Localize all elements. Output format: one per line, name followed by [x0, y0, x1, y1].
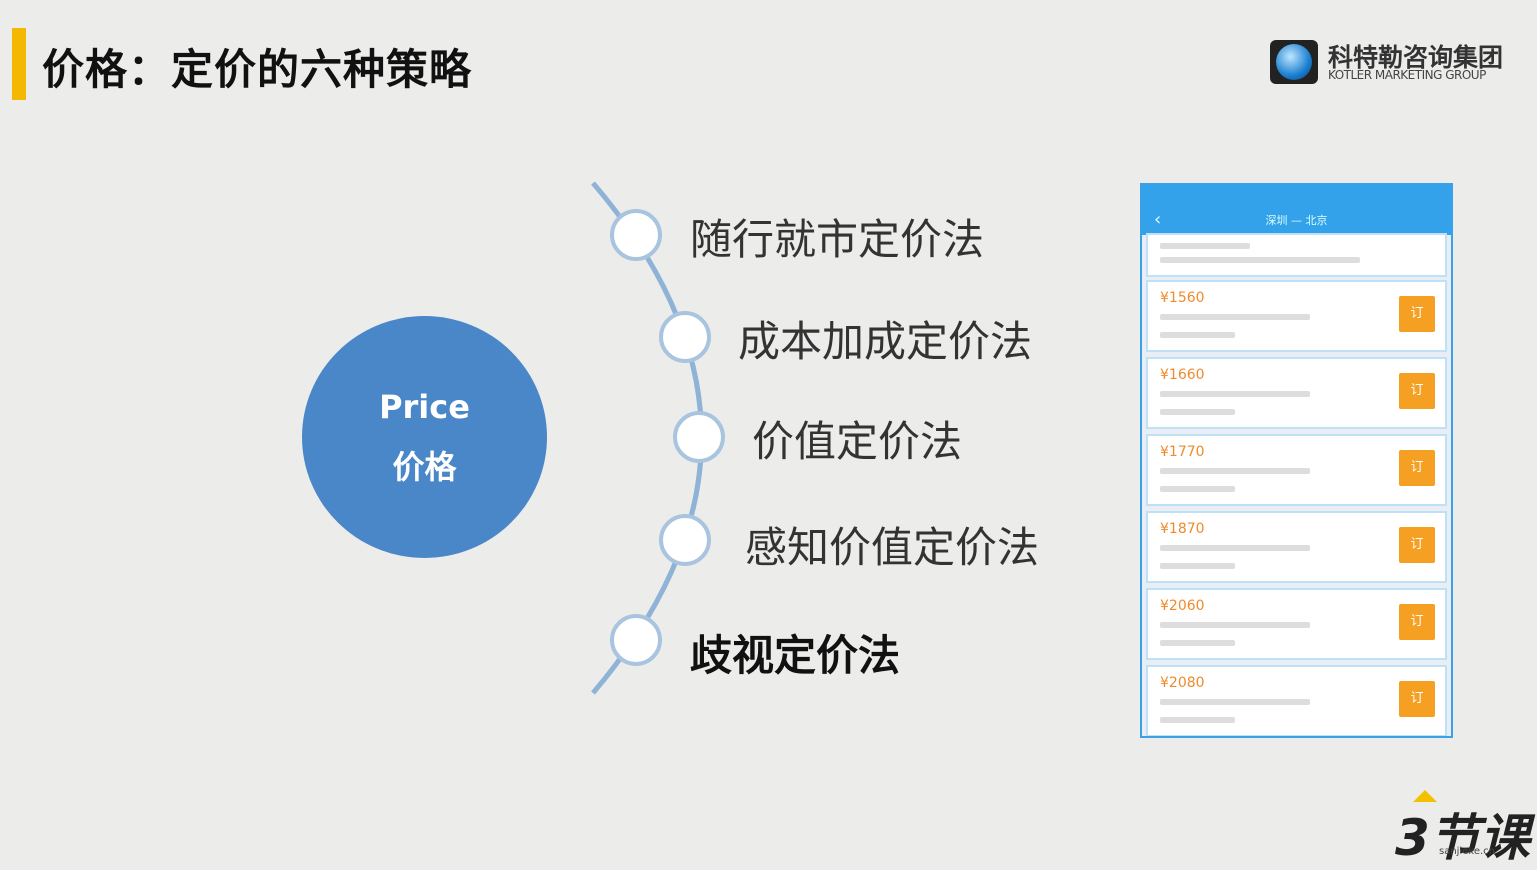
- phone-header: ‹ 深圳 — 北京: [1142, 185, 1451, 235]
- flight-card[interactable]: ¥1560 订: [1146, 280, 1447, 352]
- flight-price: ¥2060: [1160, 598, 1205, 614]
- node-2: [659, 311, 711, 363]
- sanjieke-watermark: 3节课 sanjieke.cn: [1395, 790, 1530, 867]
- book-button[interactable]: 订: [1399, 681, 1435, 717]
- brand-logo: 3节课: [1395, 809, 1530, 867]
- node-1: [610, 209, 662, 261]
- info-card: [1146, 233, 1447, 277]
- route: 深圳 — 北京: [1265, 214, 1328, 227]
- brand-url: sanjieke.cn: [1439, 846, 1495, 857]
- strategy-2: 成本加成定价法: [738, 317, 1033, 366]
- node-4: [659, 514, 711, 566]
- strategy-1: 随行就市定价法: [690, 215, 985, 264]
- book-button[interactable]: 订: [1399, 604, 1435, 640]
- book-button[interactable]: 订: [1399, 527, 1435, 563]
- strategy-4: 感知价值定价法: [745, 523, 1040, 572]
- flight-price: ¥1770: [1160, 444, 1205, 460]
- flight-price: ¥1660: [1160, 367, 1205, 383]
- flight-card[interactable]: ¥2060 订: [1146, 588, 1447, 660]
- flight-price: ¥2080: [1160, 675, 1205, 691]
- strategy-5: 歧视定价法: [690, 631, 901, 680]
- flight-price: ¥1870: [1160, 521, 1205, 537]
- flight-card[interactable]: ¥1660 订: [1146, 357, 1447, 429]
- flight-price: ¥1560: [1160, 290, 1205, 306]
- book-button[interactable]: 订: [1399, 450, 1435, 486]
- book-button[interactable]: 订: [1399, 373, 1435, 409]
- flight-card[interactable]: ¥1870 订: [1146, 511, 1447, 583]
- flight-card[interactable]: ¥2080 订: [1146, 665, 1447, 736]
- node-3: [673, 411, 725, 463]
- strategy-3: 价值定价法: [752, 417, 963, 466]
- book-button[interactable]: 订: [1399, 296, 1435, 332]
- flight-card[interactable]: ¥1770 订: [1146, 434, 1447, 506]
- node-5: [610, 614, 662, 666]
- phone-screenshot: ‹ 深圳 — 北京 ¥1560 订 ¥1660 订 ¥1770 订 ¥1870 订 ¥2…: [1140, 183, 1453, 738]
